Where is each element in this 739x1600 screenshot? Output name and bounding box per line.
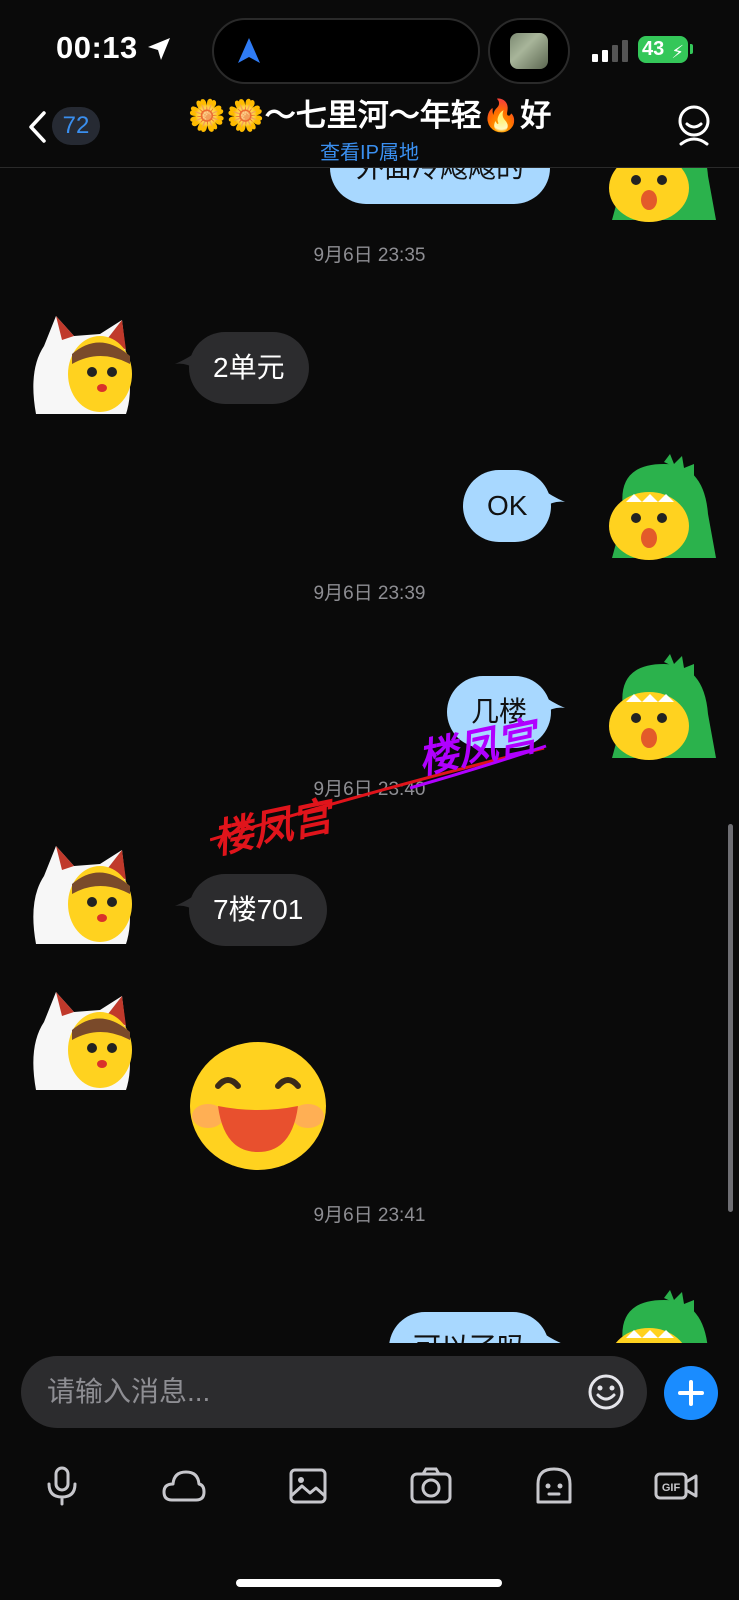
message-bubble-outgoing[interactable]: OK [463,470,566,542]
my-avatar-dino[interactable] [604,168,716,222]
contact-avatar-cat[interactable] [22,840,134,946]
chat-message-list[interactable]: 外面冷飕飕的 9月6日 23:35 2单元 OK 9月6日 23:39 几楼 [0,168,739,1343]
contact-avatar-cat[interactable] [22,310,134,416]
image-icon[interactable] [286,1466,330,1506]
message-bubble-incoming[interactable]: 7楼701 [175,874,328,946]
battery-tip [690,44,693,54]
message-bubble-incoming[interactable]: 2单元 [175,332,309,404]
bubble-tail [541,694,566,714]
timestamp: 9月6日 23:41 [313,1205,426,1226]
message-text: 2单元 [213,352,285,383]
cloud-icon[interactable] [162,1466,206,1506]
my-avatar-dino[interactable] [604,654,716,760]
bubble-tail [539,1330,561,1343]
laughing-emoji-sticker[interactable] [188,1040,328,1172]
live-activity-thumbnail[interactable] [488,18,570,84]
navigation-arrow-icon [238,38,260,63]
message-bubble-outgoing[interactable]: 外面冷飕飕的 [330,168,550,204]
timestamp: 9月6日 23:35 [313,245,426,266]
bubble-tail [175,350,199,370]
thumbnail-image [510,33,548,69]
message-text: 外面冷飕飕的 [356,168,524,183]
camera-icon[interactable] [409,1466,453,1506]
battery-level: 43 [642,38,665,60]
svg-text:GIF: GIF [662,1482,681,1494]
timestamp: 9月6日 23:39 [313,583,426,604]
my-avatar-dino[interactable] [604,1290,716,1343]
more-actions-button[interactable] [664,1366,718,1420]
contact-avatar-cat[interactable] [22,986,134,1092]
message-text: OK [487,490,528,521]
mic-icon[interactable] [40,1466,84,1506]
message-text: 7楼701 [213,894,304,925]
message-input[interactable] [47,1356,567,1428]
charging-bolt-icon: ⚡ [671,42,684,62]
chat-title: 🌼🌼～七里河～年轻🔥好 [187,98,552,133]
my-avatar-dino[interactable] [604,454,716,560]
message-bubble-outgoing[interactable]: 可以了吗 [389,1312,561,1343]
status-time: 00:13 [56,30,138,65]
battery-indicator: 43 ⚡ [638,36,688,63]
bubble-tail [541,488,566,508]
message-input-container[interactable] [21,1356,647,1428]
profile-icon[interactable] [676,104,712,146]
cellular-signal-icon [592,40,628,62]
sticker-icon[interactable] [532,1466,576,1506]
home-indicator[interactable] [236,1579,502,1587]
bubble-tail [175,892,199,912]
dynamic-island[interactable] [212,18,480,84]
emoji-picker-icon[interactable] [587,1373,625,1411]
plus-icon [678,1380,704,1406]
message-text: 可以了吗 [413,1332,525,1343]
scrollbar-thumb[interactable] [728,824,733,1212]
location-arrow-icon [148,38,170,60]
view-ip-location-link[interactable]: 查看IP属地 [0,136,739,165]
gif-icon[interactable]: GIF [654,1466,698,1506]
